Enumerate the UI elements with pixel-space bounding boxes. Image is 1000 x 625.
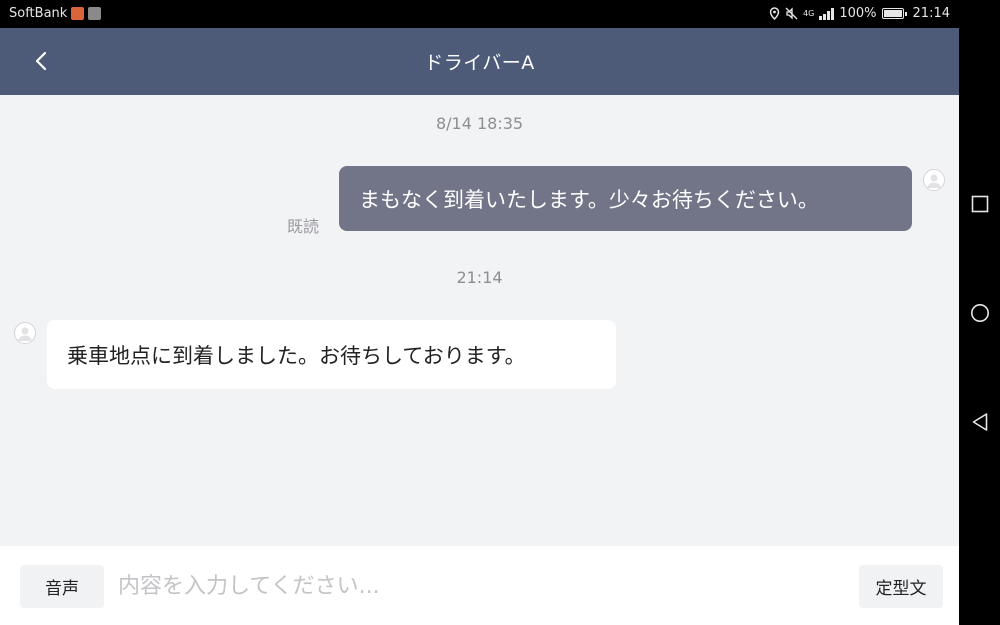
status-right: 4G 100% 21:14 — [769, 6, 950, 21]
message-timestamp: 8/14 18:35 — [435, 114, 524, 133]
my-avatar — [923, 169, 945, 191]
back-icon — [972, 413, 988, 431]
user-avatar-icon — [18, 327, 32, 341]
carrier-label: SoftBank — [9, 6, 68, 21]
battery-percent: 100% — [839, 6, 877, 21]
location-icon — [769, 7, 780, 20]
system-nav-bar — [959, 28, 1000, 625]
home-icon — [971, 304, 989, 322]
voice-button[interactable]: 音声 — [20, 565, 104, 608]
outgoing-message-bubble[interactable]: まもなく到着いたします。少々お待ちください。 — [339, 166, 912, 231]
read-receipt: 既読 — [287, 217, 320, 236]
battery-icon — [881, 8, 907, 19]
clock: 21:14 — [912, 6, 950, 21]
message-input[interactable] — [118, 565, 838, 608]
home-button[interactable] — [969, 302, 991, 324]
status-left: SoftBank — [9, 6, 102, 21]
message-timestamp: 21:14 — [456, 268, 503, 287]
template-button[interactable]: 定型文 — [859, 565, 943, 608]
network-type-label: 4G — [803, 9, 815, 18]
chat-app: ドライバーA 8/14 18:35 まもなく到着いたします。少々お待ちください。… — [0, 28, 959, 625]
input-bar: 音声 定型文 — [0, 546, 959, 625]
driver-avatar — [14, 322, 36, 344]
chat-title: ドライバーA — [424, 52, 535, 74]
recent-apps-button[interactable] — [969, 193, 991, 215]
recent-apps-icon — [971, 195, 989, 213]
status-bar: SoftBank 4G 100% 21:14 — [0, 0, 1000, 28]
notification-icon — [71, 7, 85, 20]
nav-back-button[interactable] — [969, 411, 991, 433]
chat-header: ドライバーA — [0, 28, 959, 95]
incoming-message-bubble[interactable]: 乗車地点に到着しました。お待ちしております。 — [47, 320, 616, 389]
signal-icon — [819, 7, 835, 20]
mute-icon — [785, 7, 798, 20]
gallery-notification-icon — [88, 7, 102, 20]
message-list: 8/14 18:35 まもなく到着いたします。少々お待ちください。 既読 21:… — [0, 95, 959, 546]
user-avatar-icon — [927, 174, 941, 188]
